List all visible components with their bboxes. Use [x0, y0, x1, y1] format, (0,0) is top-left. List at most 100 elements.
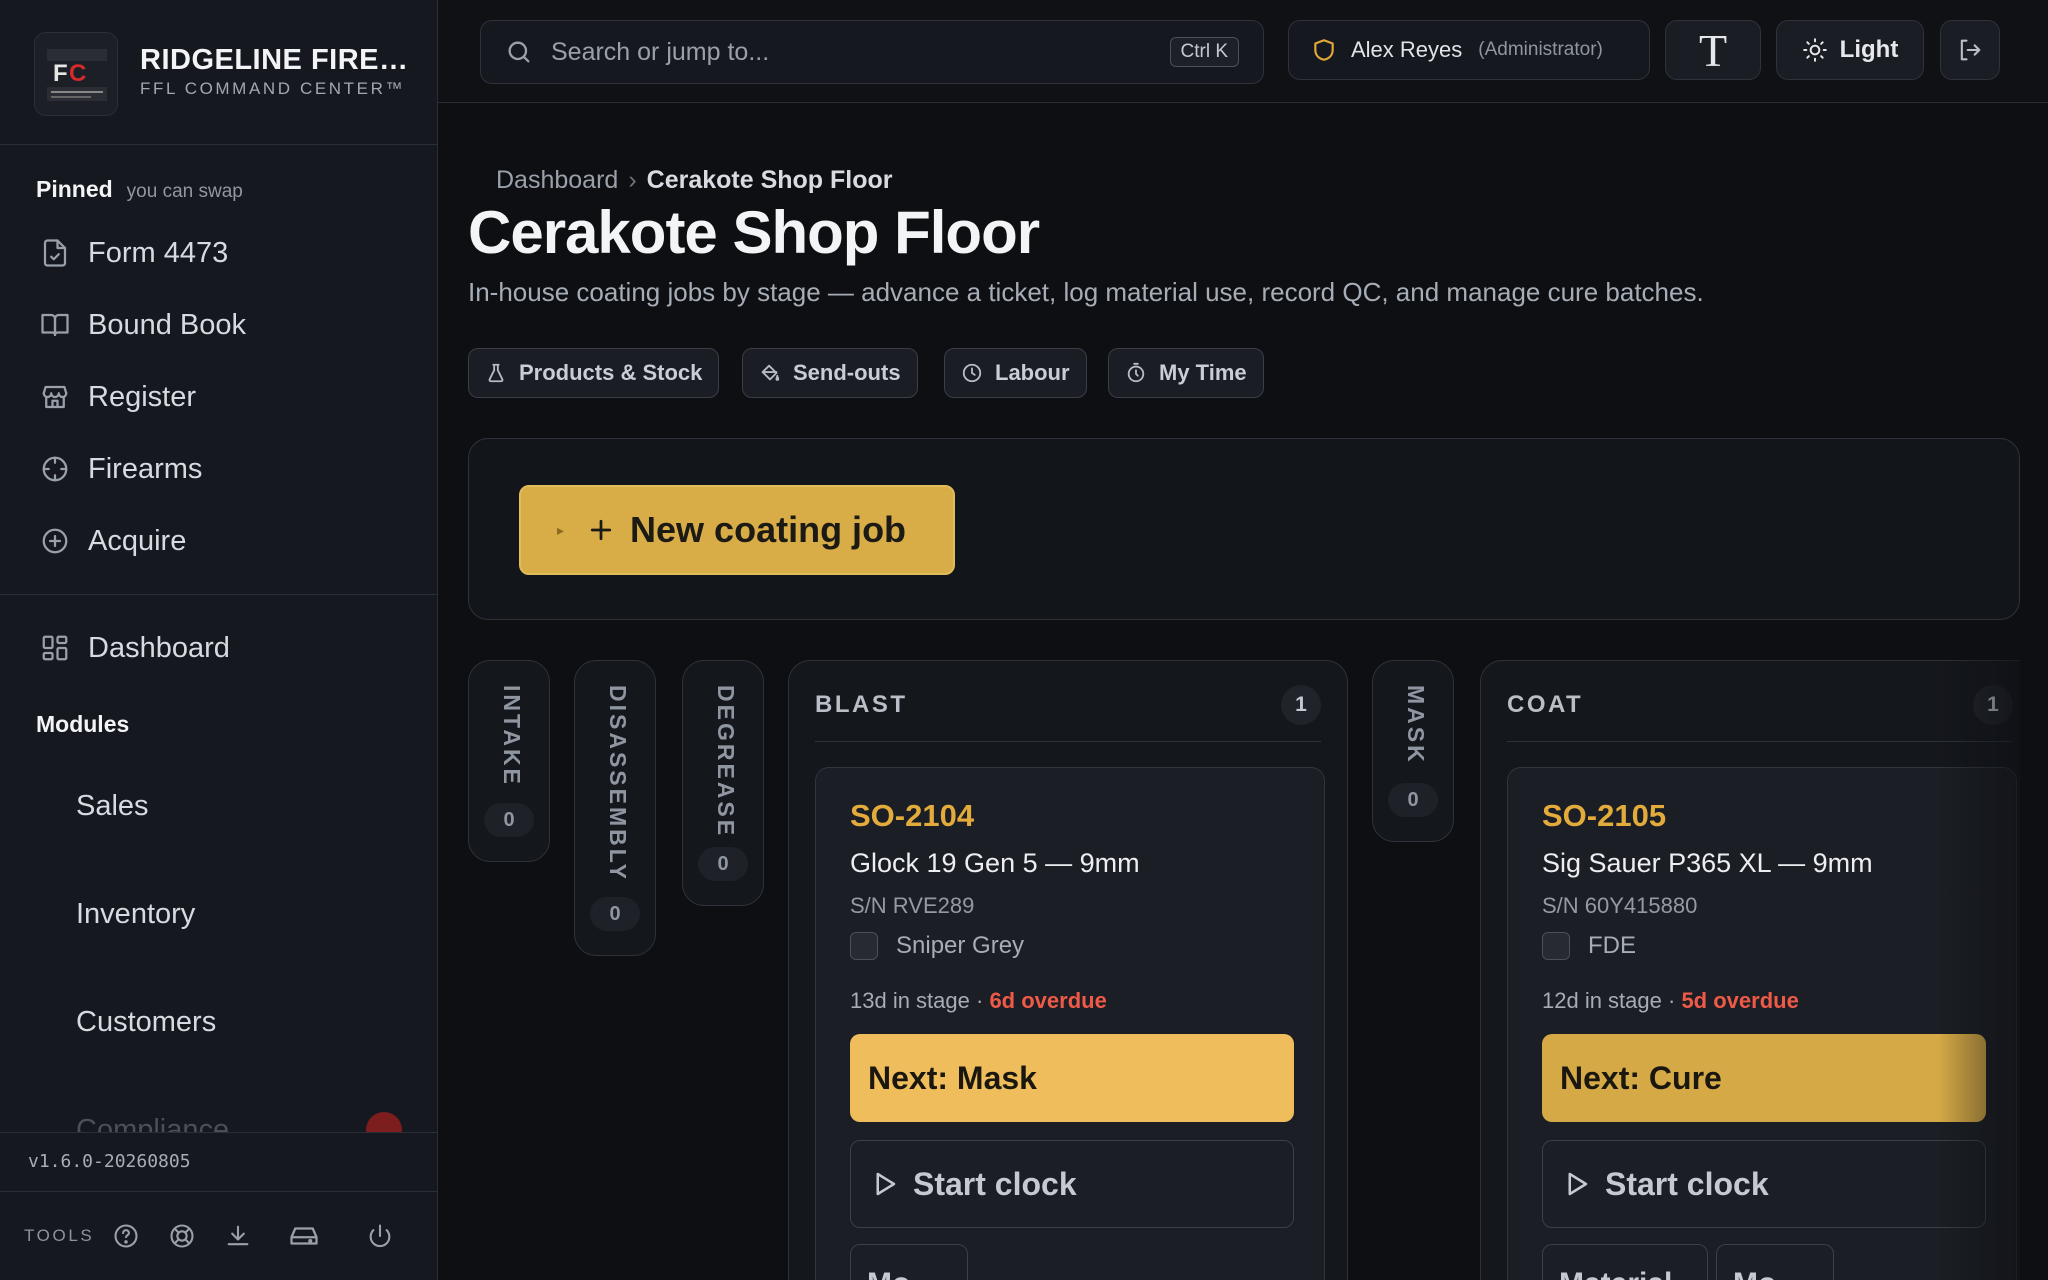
pinned-title: Pinned — [36, 176, 113, 202]
drive-icon[interactable] — [286, 1218, 322, 1254]
text-size-glyph: T — [1698, 24, 1728, 76]
tools-bar: TOOLS — [0, 1191, 437, 1280]
start-clock-button[interactable]: Start clock — [1542, 1140, 1986, 1228]
help-icon[interactable] — [108, 1218, 144, 1254]
page-title: Cerakote Shop Floor — [468, 199, 1040, 266]
svg-text:C: C — [69, 60, 86, 87]
move-label: Mo… — [867, 1267, 940, 1280]
logout-button[interactable] — [1940, 20, 2000, 80]
sidebar-item-label: Dashboard — [88, 631, 230, 664]
sidebar-item-label: Form 4473 — [88, 236, 229, 269]
sidebar-item-dashboard[interactable]: Dashboard — [36, 623, 230, 673]
pinned-header: Pinned you can swap — [36, 176, 243, 203]
column-title: DISASSEMBLY — [605, 685, 631, 883]
sidebar-divider — [0, 594, 437, 595]
text-size-button[interactable]: T — [1665, 20, 1761, 80]
chip-send-outs[interactable]: Send-outs — [742, 348, 918, 398]
column-title: COAT — [1507, 691, 1584, 718]
theme-label: Light — [1839, 36, 1899, 63]
book-icon — [36, 306, 74, 344]
sidebar-item-sales[interactable]: Sales — [76, 790, 149, 823]
power-icon[interactable] — [362, 1218, 398, 1254]
chip-label: Send-outs — [793, 360, 901, 385]
job-id[interactable]: SO-2105 — [1542, 798, 1666, 834]
job-card[interactable]: SO-2105 Sig Sauer P365 XL — 9mm S/N 60Y4… — [1507, 767, 2017, 1280]
sidebar-item-firearms[interactable]: Firearms — [36, 444, 202, 494]
sidebar-item-customers[interactable]: Customers — [76, 1006, 216, 1039]
kanban-board: INTAKE 0 DISASSEMBLY 0 DEGREASE 0 BLAST … — [468, 660, 2020, 1280]
plus-circle-icon — [36, 522, 74, 560]
user-role: (Administrator) — [1478, 39, 1603, 60]
brand-subtitle: FFL COMMAND CENTER™ — [140, 79, 406, 98]
play-icon — [869, 1169, 899, 1199]
sidebar-item-label: Register — [88, 380, 196, 413]
breadcrumb-current: Cerakote Shop Floor — [646, 166, 893, 194]
next-stage-button[interactable]: Next: Cure — [1542, 1034, 1986, 1122]
chip-products-stock[interactable]: Products & Stock — [468, 348, 720, 398]
sidebar-item-bound-book[interactable]: Bound Book — [36, 300, 246, 350]
start-clock-label: Start clock — [1605, 1165, 1769, 1202]
sun-icon — [1802, 37, 1828, 63]
job-card[interactable]: SO-2104 Glock 19 Gen 5 — 9mm S/N RVE289 … — [815, 767, 1325, 1280]
pinned-hint: you can swap — [126, 181, 243, 202]
brand-header: F C RIDGELINE FIRE… FFL COMMAND CENTER™ — [0, 0, 437, 145]
column-title: DEGREASE — [713, 685, 739, 839]
search-icon — [505, 38, 533, 66]
search-input[interactable]: Search or jump to... Ctrl K — [480, 20, 1264, 84]
new-job-panel: ▸ New coating job — [468, 438, 2020, 620]
clock-icon — [961, 362, 983, 384]
column-count: 0 — [698, 847, 748, 881]
job-model: Glock 19 Gen 5 — 9mm — [850, 848, 1140, 878]
chip-labour[interactable]: Labour — [944, 348, 1087, 398]
page-subtitle: In-house coating jobs by stage — advance… — [468, 277, 1704, 307]
brand-logo[interactable]: F C — [34, 32, 118, 116]
job-finish: Sniper Grey — [850, 932, 1024, 960]
finish-label: Sniper Grey — [896, 932, 1025, 959]
lifebuoy-icon[interactable] — [164, 1218, 200, 1254]
sidebar-item-label: Firearms — [88, 452, 203, 485]
breadcrumb-root[interactable]: Dashboard — [496, 166, 618, 194]
chip-label: Products & Stock — [519, 360, 703, 385]
job-stage-time: 12d in stage · 5d overdue — [1542, 988, 1799, 1014]
sidebar-item-register[interactable]: Register — [36, 372, 196, 422]
logout-icon — [1956, 36, 1984, 64]
days-in-stage: 13d in stage · — [850, 988, 984, 1013]
material-button[interactable]: Material — [1542, 1244, 1708, 1280]
breadcrumb: Dashboard › Cerakote Shop Floor — [496, 166, 893, 195]
sidebar-item-label: Acquire — [88, 524, 187, 557]
top-bar: Search or jump to... Ctrl K Alex Reyes (… — [438, 0, 2048, 103]
material-label: Material — [1559, 1267, 1672, 1280]
column-mask[interactable]: MASK 0 — [1372, 660, 1454, 842]
download-icon[interactable] — [220, 1218, 256, 1254]
days-in-stage: 12d in stage · — [1542, 988, 1676, 1013]
column-count: 1 — [1281, 685, 1321, 725]
new-coating-job-button[interactable]: ▸ New coating job — [519, 485, 955, 575]
brand-name: RIDGELINE FIRE… — [140, 44, 409, 76]
form-icon — [36, 234, 74, 272]
chip-my-time[interactable]: My Time — [1108, 348, 1264, 398]
sidebar-footer: v1.6.0-20260805 TOOLS — [0, 1132, 437, 1280]
sidebar-item-inventory[interactable]: Inventory — [76, 898, 195, 931]
column-coat: COAT 1 SO-2105 Sig Sauer P365 XL — 9mm S… — [1480, 660, 2020, 1280]
column-header: COAT 1 — [1507, 661, 2013, 742]
column-disassembly[interactable]: DISASSEMBLY 0 — [574, 660, 656, 956]
column-degrease[interactable]: DEGREASE 0 — [682, 660, 764, 906]
search-placeholder: Search or jump to... — [551, 37, 770, 66]
shield-icon — [1311, 37, 1337, 63]
move-button[interactable]: Mo… — [850, 1244, 968, 1280]
start-clock-button[interactable]: Start clock — [850, 1140, 1294, 1228]
user-name: Alex Reyes — [1351, 37, 1463, 62]
store-icon — [36, 378, 74, 416]
column-intake[interactable]: INTAKE 0 — [468, 660, 550, 862]
user-menu[interactable]: Alex Reyes (Administrator) — [1288, 20, 1650, 80]
theme-toggle-button[interactable]: Light — [1776, 20, 1924, 80]
column-header: BLAST 1 — [815, 661, 1321, 742]
job-id[interactable]: SO-2104 — [850, 798, 974, 834]
sidebar-item-acquire[interactable]: Acquire — [36, 516, 186, 566]
move-button[interactable]: Mo… — [1716, 1244, 1834, 1280]
sidebar-item-form-4473[interactable]: Form 4473 — [36, 228, 228, 278]
column-count: 0 — [590, 897, 640, 931]
chip-label: My Time — [1159, 360, 1247, 385]
next-stage-button[interactable]: Next: Mask — [850, 1034, 1294, 1122]
sidebar-item-label: Bound Book — [88, 308, 247, 341]
